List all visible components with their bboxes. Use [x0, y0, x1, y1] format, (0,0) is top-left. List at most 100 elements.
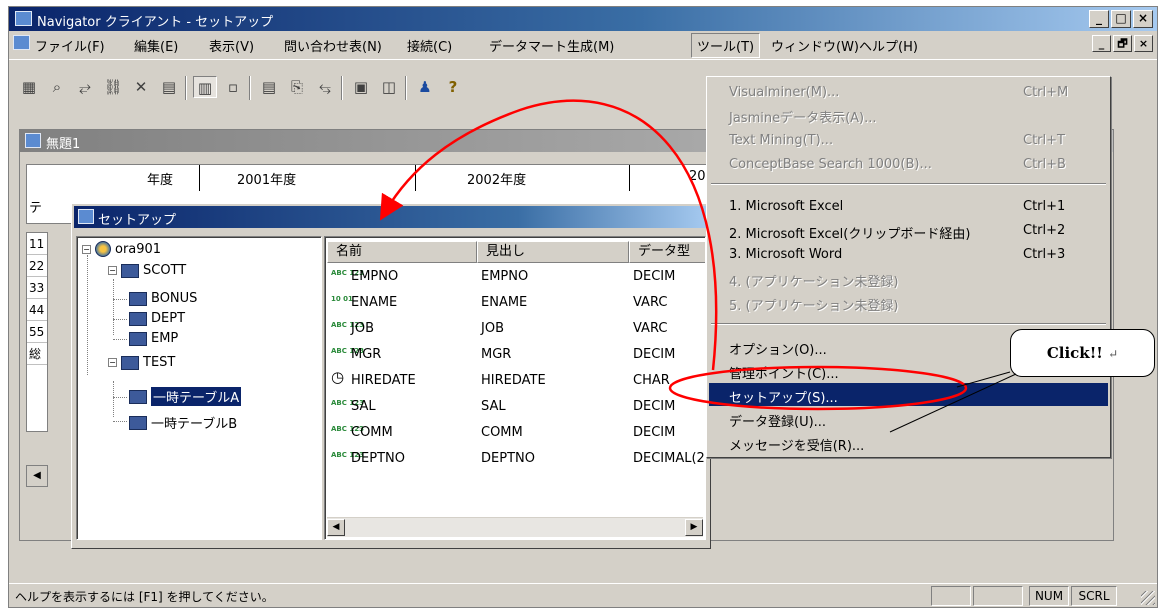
grid-line — [629, 165, 630, 191]
menu-item-shortcut: Ctrl+M — [1023, 85, 1069, 100]
maximize-button[interactable]: □ — [1111, 10, 1131, 28]
properties-icon[interactable]: ▤ — [157, 76, 181, 98]
list-row[interactable]: ABC 123DEPTNODEPTNODECIMAL(2,0) — [325, 447, 705, 473]
menu-file[interactable]: ファイル(F) — [35, 36, 105, 55]
list-row[interactable]: 10 01 ENAME ENAME VARC — [325, 291, 705, 317]
menu-item-label: オプション(O)... — [729, 343, 827, 358]
minimize-button[interactable]: _ — [1089, 10, 1109, 28]
query-icon[interactable]: ⎘ — [285, 76, 309, 98]
toolbar-separator — [249, 76, 251, 100]
menu-bar: ファイル(F) 編集(E) 表示(V) 問い合わせ表(N) 接続(C) データマ… — [9, 32, 1157, 58]
tree-node-root[interactable]: − ora901 — [82, 241, 161, 257]
collapse-icon[interactable]: − — [108, 358, 117, 367]
list-row[interactable]: ◷ HIREDATE HIREDATE CHAR — [325, 369, 705, 395]
app-icon[interactable] — [15, 11, 32, 26]
mdi-close-button[interactable]: × — [1134, 35, 1153, 52]
join-icon[interactable]: ⥃ — [313, 76, 337, 98]
close-button[interactable]: × — [1133, 10, 1153, 28]
list-cell-name: COMM — [351, 425, 393, 440]
column-list[interactable]: 名前 見出し データ型 ABC 123 EMPNO EMPNO DECIM 10 01 E… — [324, 236, 706, 540]
menu-item[interactable]: 1. Microsoft Excel Ctrl+1 — [709, 195, 1108, 218]
grid-icon[interactable]: ▦ — [17, 76, 41, 98]
collapse-icon[interactable]: − — [82, 244, 91, 254]
column-header-type[interactable]: データ型 — [629, 241, 705, 263]
menu-item[interactable]: 5. (アプリケーション未登録) — [709, 291, 1108, 314]
scroll-left-button[interactable]: ◀ — [26, 465, 48, 487]
menu-item[interactable]: ConceptBase Search 1000(B)... Ctrl+B — [709, 153, 1108, 176]
tree-node-test[interactable]: − TEST — [108, 355, 175, 370]
list-cell-type: VARC — [633, 321, 668, 336]
menu-item[interactable]: Jasmineデータ表示(A)... — [709, 103, 1108, 126]
help-icon[interactable]: ? — [441, 76, 465, 98]
list-row[interactable]: ABC 123 SAL SAL DECIM — [325, 395, 705, 421]
zoom-icon[interactable]: ⌕ — [45, 76, 69, 98]
menu-item[interactable]: 3. Microsoft Word Ctrl+3 — [709, 243, 1108, 266]
list-cell-heading: MGR — [481, 347, 512, 362]
abc-type-icon: ABC 123 — [331, 451, 364, 459]
menu-help[interactable]: ヘルプ(H) — [859, 36, 918, 55]
menu-connect[interactable]: 接続(C) — [407, 36, 452, 55]
status-panel — [931, 586, 971, 606]
menu-view[interactable]: 表示(V) — [209, 36, 254, 55]
mdi-minimize-button[interactable]: _ — [1092, 35, 1111, 52]
delete-icon[interactable]: ✕ — [129, 76, 153, 98]
mdi-doc-icon[interactable] — [13, 35, 30, 50]
resize-grip[interactable] — [1141, 591, 1155, 605]
list-row[interactable]: ABC 123 MGR MGR DECIM — [325, 343, 705, 369]
column-header-name[interactable]: 名前 — [327, 241, 477, 263]
window-icon[interactable]: ◫ — [377, 76, 401, 98]
menu-item-label: メッセージを受信(R)... — [729, 439, 865, 454]
collapse-icon[interactable]: − — [108, 266, 117, 275]
toolbar-separator — [341, 76, 343, 100]
title-bar[interactable]: Navigator クライアント - セットアップ _ □ × — [9, 7, 1157, 31]
clipboard-icon[interactable]: ▣ — [349, 76, 373, 98]
menu-item-shortcut: Ctrl+B — [1023, 157, 1066, 172]
tree-line — [113, 381, 114, 417]
menu-window[interactable]: ウィンドウ(W) — [771, 36, 859, 55]
column-header-heading[interactable]: 見出し — [477, 241, 629, 263]
list-cell-name: JOB — [351, 321, 374, 336]
date-type-icon: ◷ — [331, 368, 345, 386]
list-row[interactable]: ABC 123 EMPNO EMPNO DECIM — [325, 265, 705, 291]
tree-node-scott[interactable]: − SCOTT — [108, 263, 186, 278]
menu-item[interactable]: 4. (アプリケーション未登録) — [709, 267, 1108, 290]
menu-item[interactable]: Visualminer(M)... Ctrl+M — [709, 81, 1108, 104]
list-cell-heading: COMM — [481, 425, 523, 440]
tree-line — [113, 397, 127, 398]
setup-title-bar[interactable]: セットアップ — [74, 206, 708, 228]
menu-item-label: 1. Microsoft Excel — [729, 199, 844, 214]
menu-item[interactable]: メッセージを受信(R)... — [709, 431, 1108, 454]
menu-item-setup[interactable]: セットアップ(S)... — [709, 383, 1108, 406]
tree-node-table[interactable]: DEPT — [129, 311, 185, 326]
scroll-left-button[interactable]: ◀ — [327, 519, 345, 536]
tree-node-table[interactable]: EMP — [129, 331, 178, 346]
link-icon[interactable]: ⛓ — [101, 76, 125, 98]
list-cell-type: DECIM — [633, 269, 676, 284]
tree-node-table-selected[interactable]: 一時テーブルA — [129, 387, 242, 406]
report-icon[interactable]: ▤ — [257, 76, 281, 98]
scroll-right-button[interactable]: ▶ — [685, 519, 703, 536]
user-icon[interactable]: ♟ — [413, 76, 437, 98]
connect-icon[interactable]: ⥂ — [73, 76, 97, 98]
list-row[interactable]: ABC 123 COMM COMM DECIM — [325, 421, 705, 447]
tree-node-table[interactable]: 一時テーブルB — [129, 413, 237, 432]
mdi-restore-button[interactable]: 🗗 — [1113, 35, 1132, 52]
tree-node-table[interactable]: BONUS — [129, 291, 197, 306]
schema-tree[interactable]: − ora901 − SCOTT BONUS DEPT EMP − TEST 一… — [76, 236, 322, 540]
list-row[interactable]: ABC 123 JOB JOB VARC — [325, 317, 705, 343]
menu-item[interactable]: Text Mining(T)... Ctrl+T — [709, 129, 1108, 152]
list-cell-type: DECIM — [633, 399, 676, 414]
list-cell-name: ENAME — [351, 295, 398, 310]
menu-edit[interactable]: 編集(E) — [134, 36, 178, 55]
horizontal-scrollbar[interactable]: ◀ ▶ — [327, 517, 703, 537]
table-view-icon[interactable]: ▥ — [193, 76, 217, 98]
layout-icon[interactable]: ▫ — [221, 76, 245, 98]
menu-datamart[interactable]: データマート生成(M) — [489, 36, 614, 55]
menu-item[interactable]: 2. Microsoft Excel(クリップボード経由) Ctrl+2 — [709, 219, 1108, 242]
menu-item-label: セットアップ(S)... — [729, 391, 838, 406]
table-icon — [129, 415, 147, 430]
year-col-2: 2002年度 — [467, 173, 527, 188]
menu-query-table[interactable]: 問い合わせ表(N) — [284, 36, 382, 55]
menu-tools[interactable]: ツール(T) — [691, 33, 761, 58]
menu-item[interactable]: データ登録(U)... — [709, 407, 1108, 430]
